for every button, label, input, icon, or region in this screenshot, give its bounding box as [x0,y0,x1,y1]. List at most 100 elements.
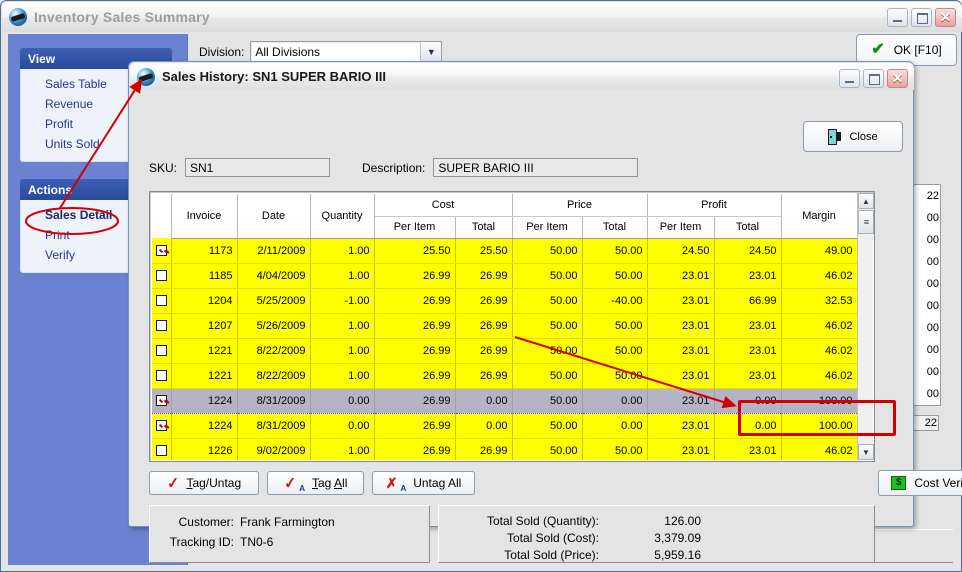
checkbox-checked-icon[interactable] [155,395,167,407]
col-profit-per-item[interactable]: Per Item [647,216,715,239]
list-item: 00 [926,212,939,224]
col-invoice[interactable]: Invoice [171,194,238,239]
cell-cost-per-item: 26.99 [374,313,456,339]
table-group-header-row: Invoice Date Quantity Cost Price Profit … [152,194,857,239]
red-x-a-icon: ✗ [385,475,398,491]
cell-cost-per-item: 26.99 [374,413,456,439]
list-item: 00 [926,256,939,268]
cell-quantity: 0.00 [310,387,375,414]
table-row[interactable]: 1173 2/11/2009 1.00 25.50 25.50 50.00 50.00 24.… [152,238,857,264]
cell-margin: 46.02 [781,263,857,289]
sku-description-row: SKU: SN1 Description: SUPER BARIO III [149,158,639,177]
app-globe-icon [137,67,155,86]
cell-cost-total: 26.99 [455,438,513,460]
cell-cost-total: 0.00 [455,387,513,414]
checkbox-unchecked-icon[interactable] [155,445,167,457]
col-date[interactable]: Date [237,194,311,239]
background-total-box: 22 [913,415,939,431]
cell-cost-per-item: 26.99 [374,338,456,364]
col-cost-total[interactable]: Total [455,216,513,239]
cell-date: 8/22/2009 [237,338,311,364]
checkbox-unchecked-icon[interactable] [155,370,167,382]
minimize-icon[interactable] [887,8,908,27]
cell-invoice: 1221 [171,338,238,364]
checkbox-unchecked-icon[interactable] [155,295,167,307]
table-row[interactable]: 1221 8/22/2009 1.00 26.99 26.99 50.00 50.00 23.… [152,338,857,364]
maximize-icon[interactable] [911,8,932,27]
cell-invoice: 1204 [171,288,238,314]
total-price-label: Total Sold (Price): [504,548,599,562]
total-row: Total Sold (Cost): 3,379.09 [439,531,874,545]
table-row[interactable]: 1204 5/25/2009 -1.00 26.99 26.99 50.00 -40.00 2… [152,288,857,314]
cell-price-per-item: 50.00 [512,338,583,364]
col-profit-total[interactable]: Total [714,216,782,239]
col-margin[interactable]: Margin [781,194,857,239]
exit-door-icon [828,128,842,145]
chevron-down-icon[interactable]: ▼ [420,42,442,61]
col-group-profit: Profit [647,194,782,217]
tracking-value: TN0-6 [240,535,274,549]
row-tag-cell[interactable] [152,438,172,460]
maximize-icon[interactable] [863,69,884,88]
scroll-down-icon[interactable]: ▼ [858,444,874,460]
cell-price-per-item: 50.00 [512,288,583,314]
red-check-icon: ✓ [166,473,181,493]
col-cost-per-item[interactable]: Per Item [374,216,456,239]
close-icon[interactable]: ✕ [887,69,908,88]
table-row[interactable]: 1221 8/22/2009 1.00 26.99 26.99 50.00 50.00 23.… [152,363,857,389]
untag-all-button[interactable]: ✗ A Untag All [372,471,475,495]
cell-price-per-item: 50.00 [512,313,583,339]
checkbox-unchecked-icon[interactable] [155,345,167,357]
red-check-a-icon: ✓ [282,473,298,493]
list-item: 00 [926,366,939,378]
checkbox-checked-icon[interactable] [155,244,167,256]
row-tag-cell[interactable] [152,238,172,264]
cell-profit-per-item: 23.01 [647,413,715,439]
cell-cost-per-item: 26.99 [374,263,456,289]
checkbox-unchecked-icon[interactable] [155,270,167,282]
green-check-icon: ✔ [871,41,885,58]
row-tag-cell[interactable] [152,313,172,339]
row-tag-cell[interactable] [152,387,172,414]
col-price-per-item[interactable]: Per Item [512,216,583,239]
tag-untag-button[interactable]: ✓ Tag/Untag [149,471,259,495]
cell-date: 2/11/2009 [237,238,311,264]
col-price-total[interactable]: Total [582,216,648,239]
cell-cost-total: 26.99 [455,263,513,289]
cell-cost-per-item: 26.99 [374,387,456,414]
close-icon[interactable]: ✕ [935,8,956,27]
scroll-up-icon[interactable]: ▲ [858,193,874,209]
checkbox-unchecked-icon[interactable] [155,320,167,332]
cell-date: 9/02/2009 [237,438,311,460]
tag-all-button[interactable]: ✓ A Tag All [267,471,364,495]
row-tag-cell[interactable] [152,263,172,289]
col-quantity[interactable]: Quantity [310,194,375,239]
green-money-icon: $ [891,476,907,490]
checkbox-checked-icon[interactable] [155,420,167,432]
cell-date: 8/31/2009 [237,387,311,414]
total-quantity-value: 126.00 [664,514,701,528]
division-select[interactable]: All Divisions ▼ [250,41,443,62]
cell-profit-per-item: 23.01 [647,313,715,339]
cell-margin: 49.00 [781,238,857,264]
tag-button-row: ✓ Tag/Untag ✓ A Tag All ✗ A Untag All [149,471,475,495]
cell-profit-per-item: 23.01 [647,338,715,364]
cell-price-per-item: 50.00 [512,387,583,414]
table-row[interactable]: 1207 5/26/2009 1.00 26.99 26.99 50.00 50.00 23.… [152,313,857,339]
cell-profit-total: 23.01 [714,438,782,460]
scrollbar-thumb[interactable]: ≡ [858,210,874,234]
cell-cost-total: 26.99 [455,338,513,364]
cost-verifier-button[interactable]: $ Cost Verifier [F5] [878,470,962,496]
table-row[interactable]: 1226 9/02/2009 1.00 26.99 26.99 50.00 50.00 23.… [152,438,857,460]
row-tag-cell[interactable] [152,363,172,389]
cell-profit-per-item: 23.01 [647,363,715,389]
close-button[interactable]: Close [803,121,903,152]
cell-cost-per-item: 26.99 [374,288,456,314]
cell-price-total: 50.00 [582,313,648,339]
row-tag-cell[interactable] [152,413,172,439]
row-tag-cell[interactable] [152,338,172,364]
row-tag-cell[interactable] [152,288,172,314]
table-row[interactable]: 1185 4/04/2009 1.00 26.99 26.99 50.00 50.00 23.… [152,263,857,289]
minimize-icon[interactable] [839,69,860,88]
total-row: Total Sold (Quantity): 126.00 [439,514,874,528]
